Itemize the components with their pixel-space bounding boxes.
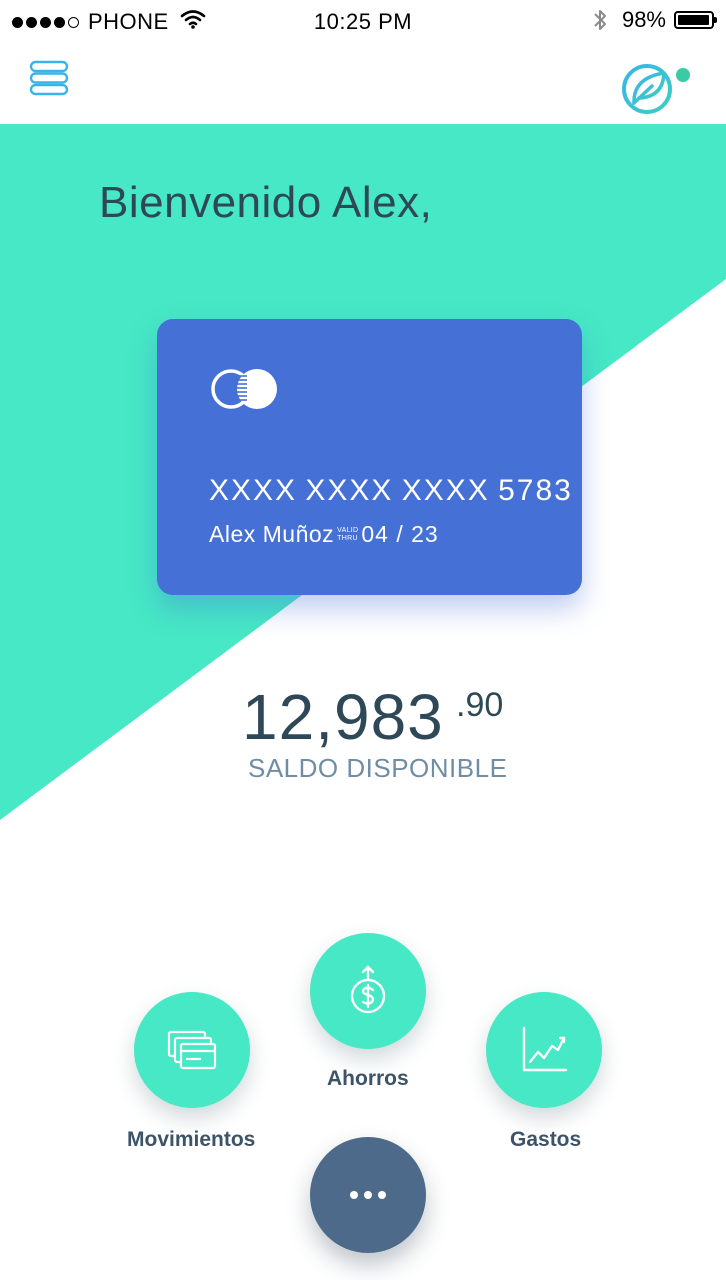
ahorros-button[interactable]: Ahorros <box>310 933 426 1090</box>
status-bar: PHONE 10:25 PM 98% <box>0 0 726 42</box>
status-right: 98% <box>592 7 717 33</box>
card-number: XXXX XXXX XXXX 5783 <box>209 474 573 507</box>
balance-amount: 12,983 <box>242 681 444 753</box>
card-expiry: 04 / 23 <box>361 521 439 547</box>
gastos-button[interactable]: Gastos <box>486 992 602 1151</box>
valid-label: VALID <box>337 526 359 534</box>
battery-percent: 98% <box>621 7 666 32</box>
gastos-circle <box>486 992 602 1108</box>
card-brand-icon <box>211 369 277 409</box>
card-holder: Alex Muñoz <box>209 521 335 547</box>
balance-cents: .90 <box>456 686 504 724</box>
notification-dot <box>676 68 690 82</box>
welcome-heading: Bienvenido Alex, <box>99 178 433 227</box>
menu-button[interactable] <box>28 60 72 104</box>
menu-stack-icon <box>29 60 69 96</box>
thru-label: THRU <box>337 534 358 542</box>
more-circle <box>310 1137 426 1253</box>
battery-icon <box>674 11 717 29</box>
ahorros-label: Ahorros <box>327 1067 409 1090</box>
bluetooth-icon <box>594 10 606 30</box>
movimientos-label: Movimientos <box>127 1128 256 1151</box>
cards-icon <box>167 1030 217 1070</box>
gastos-label: Gastos <box>510 1128 582 1151</box>
savings-coin-icon <box>350 965 386 1014</box>
movimientos-button[interactable]: Movimientos <box>127 992 255 1151</box>
ahorros-circle <box>310 933 426 1049</box>
card-details: Alex Muñoz VALID THRU 04 / 23 <box>209 521 439 548</box>
leaf-logo-icon <box>622 64 690 114</box>
profile-logo-button[interactable] <box>620 60 694 116</box>
line-chart-icon <box>522 1026 568 1072</box>
credit-card[interactable]: XXXX XXXX XXXX 5783 Alex Muñoz VALID THR… <box>157 319 582 595</box>
balance-label: SALDO DISPONIBLE <box>248 753 508 783</box>
valid-thru-label: VALID THRU <box>337 527 358 543</box>
more-dots-icon <box>350 1191 386 1199</box>
app-header <box>0 42 726 124</box>
more-button[interactable] <box>310 1137 426 1253</box>
movimientos-circle <box>134 992 250 1108</box>
battery-fill <box>678 15 710 25</box>
